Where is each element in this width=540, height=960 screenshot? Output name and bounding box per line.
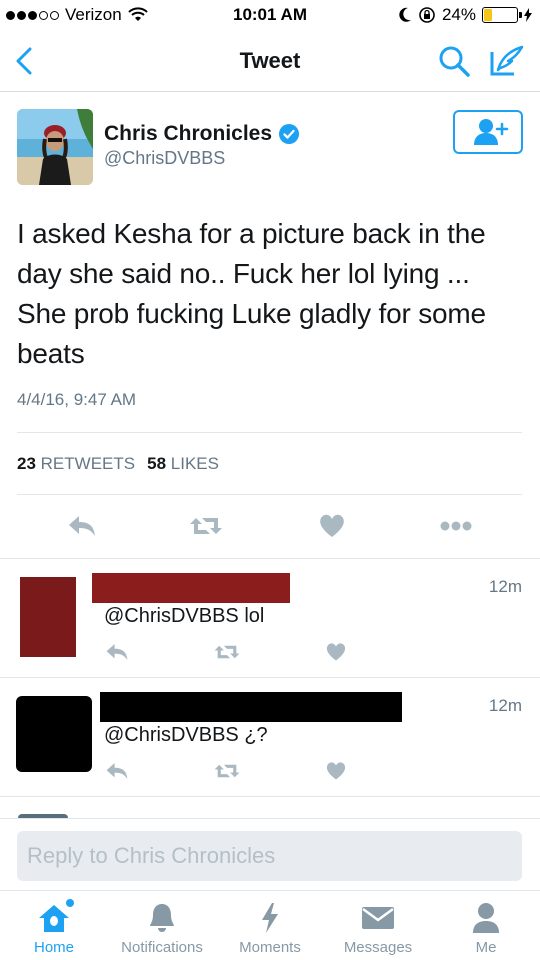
divider (17, 494, 522, 495)
status-right: 24% (398, 5, 532, 25)
retweet-button[interactable] (186, 506, 226, 546)
reply-item[interactable]: 12m @ChrisDVBBS lol (0, 559, 540, 677)
retweets-stat[interactable]: 23 RETWEETS (17, 454, 135, 474)
retweets-count: 23 (17, 454, 36, 473)
reply-actions (0, 637, 540, 667)
tab-label: Messages (343, 939, 413, 956)
tweet-text: I asked Kesha for a picture back in the … (17, 218, 486, 369)
reply-button[interactable] (102, 756, 132, 786)
tab-moments[interactable]: Moments (216, 891, 324, 960)
charging-icon (524, 8, 532, 22)
reply-input[interactable] (17, 831, 522, 881)
reply-time: 12m (488, 696, 522, 715)
reply-icon (106, 644, 128, 660)
tweet-actions (0, 506, 540, 546)
heart-icon (320, 514, 344, 537)
reply-bar (0, 818, 540, 890)
tab-bar: Home Notifications Moments Messages Me (0, 890, 540, 960)
more-button[interactable] (436, 506, 476, 546)
tab-label: Me (475, 939, 497, 956)
reply-text: @ChrisDVBBS lol (104, 605, 265, 627)
heart-icon (326, 762, 346, 780)
reply-text: @ChrisDVBBS ¿? (104, 724, 268, 746)
redacted-name (92, 573, 290, 603)
person-icon (468, 901, 504, 935)
compose-icon (490, 45, 524, 76)
author-avatar-image (17, 109, 93, 185)
reply-icon (69, 516, 95, 536)
tweet-stats: 23 RETWEETS 58 LIKES (17, 454, 219, 474)
nav-bar: Tweet (0, 32, 540, 92)
retweets-label: RETWEETS (40, 454, 136, 473)
like-button[interactable] (321, 637, 351, 667)
home-icon (36, 899, 74, 935)
reply-button[interactable] (62, 506, 102, 546)
compose-button[interactable] (488, 44, 526, 78)
like-button[interactable] (312, 506, 352, 546)
bell-icon (144, 901, 180, 935)
like-button[interactable] (321, 756, 351, 786)
tweet-timestamp[interactable]: 4/4/16, 9:47 AM (17, 390, 136, 410)
envelope-icon (360, 901, 396, 935)
retweet-icon (214, 645, 240, 659)
divider (0, 796, 540, 797)
author-name[interactable]: Chris Chronicles (104, 122, 300, 146)
tab-messages[interactable]: Messages (324, 891, 432, 960)
battery-percent: 24% (441, 5, 476, 24)
tab-label: Notifications (121, 939, 203, 956)
reply-item[interactable]: 12m @ChrisDVBBS ¿? (0, 678, 540, 796)
more-icon (440, 521, 472, 531)
tab-home[interactable]: Home (0, 891, 108, 960)
battery-icon (482, 7, 522, 23)
divider (17, 432, 522, 433)
likes-count: 58 (147, 454, 167, 473)
rotation-lock-icon (419, 7, 435, 23)
retweet-icon (190, 518, 222, 534)
likes-label: LIKES (170, 454, 219, 473)
verified-badge-icon (279, 124, 300, 144)
status-bar: Verizon 10:01 AM 24% (0, 0, 540, 32)
retweet-icon (214, 764, 240, 778)
moon-icon (399, 7, 411, 22)
search-icon (439, 46, 470, 77)
search-button[interactable] (437, 44, 471, 78)
tab-notifications[interactable]: Notifications (108, 891, 216, 960)
retweet-button[interactable] (212, 756, 242, 786)
retweet-button[interactable] (212, 637, 242, 667)
author-name-text: Chris Chronicles (104, 122, 273, 145)
likes-stat[interactable]: 58 LIKES (147, 454, 219, 474)
tab-me[interactable]: Me (432, 891, 540, 960)
notification-dot (66, 899, 74, 907)
author-handle[interactable]: @ChrisDVBBS (104, 148, 225, 169)
lightning-icon (252, 901, 288, 935)
heart-icon (326, 643, 346, 661)
tab-label: Moments (239, 939, 301, 956)
author-avatar[interactable] (17, 109, 93, 185)
reply-actions (0, 756, 540, 786)
reply-time: 12m (488, 577, 522, 596)
add-user-icon (474, 119, 509, 145)
redacted-name (100, 692, 402, 722)
tab-label: Home (33, 939, 74, 956)
reply-icon (106, 763, 128, 779)
reply-button[interactable] (102, 637, 132, 667)
follow-button[interactable] (453, 110, 523, 154)
